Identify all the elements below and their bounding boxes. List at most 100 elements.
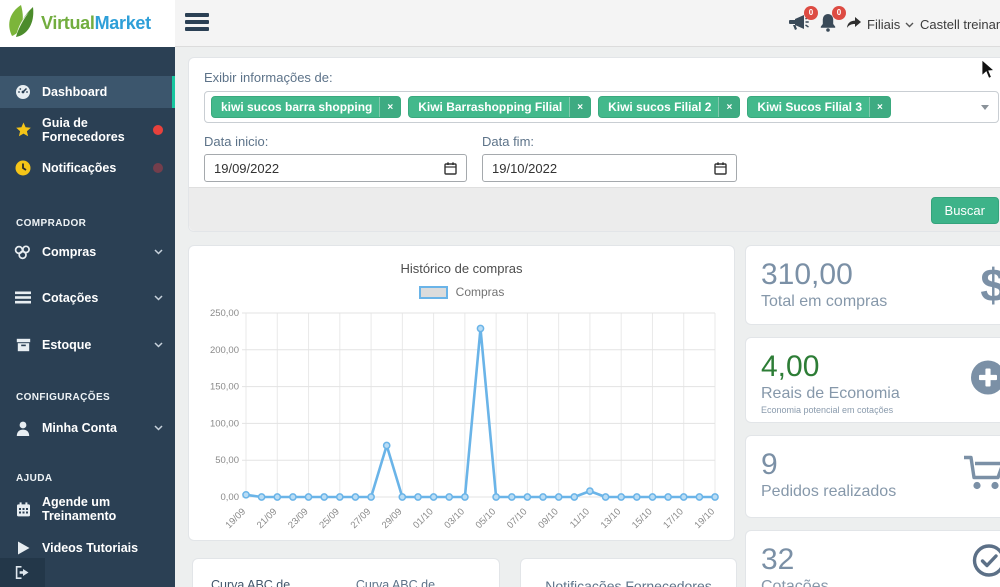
filial-multiselect[interactable]: kiwi sucos barra shopping × Kiwi Barrasho… — [204, 91, 999, 123]
sidebar-item-guia-fornecedores[interactable]: Guia de Fornecedores — [0, 114, 175, 146]
logout-icon — [15, 566, 29, 579]
filial-chip[interactable]: Kiwi Barrashopping Filial × — [408, 96, 592, 118]
list-icon — [13, 291, 33, 305]
data-fim-input[interactable]: 19/10/2022 — [482, 154, 737, 182]
data-inicio-input[interactable]: 19/09/2022 — [204, 154, 467, 182]
section-configuracoes: CONFIGURAÇÕES — [16, 392, 111, 403]
filial-chip[interactable]: Kiwi Sucos Filial 3 × — [747, 96, 891, 118]
svg-text:11/10: 11/10 — [568, 506, 592, 530]
select-caret-icon — [981, 105, 989, 110]
chevron-down-icon — [154, 425, 163, 431]
dashboard-icon — [13, 84, 33, 100]
notificacoes-fornecedores-card: Notificações Fornecedores — [520, 558, 737, 587]
sidebar-item-dashboard[interactable]: Dashboard — [0, 76, 175, 108]
chevron-down-icon — [154, 342, 163, 348]
svg-text:07/10: 07/10 — [505, 506, 530, 531]
sidebar-item-compras[interactable]: Compras — [0, 236, 175, 268]
svg-text:200,00: 200,00 — [210, 345, 239, 356]
cubes-icon — [13, 244, 33, 260]
stat-value: 4,00 — [761, 350, 820, 383]
stat-card-cotacoes: 32 Cotações — [745, 530, 1000, 587]
calendar-picker-icon[interactable] — [444, 161, 457, 175]
filial-chip[interactable]: Kiwi sucos Filial 2 × — [598, 96, 741, 118]
dollar-icon: $ — [980, 259, 1000, 311]
stat-sublabel: Economia potencial em cotações — [761, 405, 894, 415]
brand-text: VirtualMarket — [41, 13, 151, 33]
stat-card-total-compras: 310,00 Total em compras $ — [745, 245, 1000, 325]
chevron-down-icon — [154, 249, 163, 255]
data-inicio-label: Data inicio: — [204, 134, 269, 149]
sidebar-item-estoque[interactable]: Estoque — [0, 329, 175, 361]
svg-text:19/09: 19/09 — [224, 506, 249, 531]
chevron-down-icon — [905, 22, 914, 27]
megaphone-badge: 0 — [804, 6, 818, 20]
stat-value: 310,00 — [761, 258, 853, 291]
section-comprador: COMPRADOR — [16, 218, 87, 229]
chart-legend[interactable]: Compras — [189, 285, 734, 299]
top-header: VirtualMarket 0 0 Filiais Castell treina… — [0, 0, 1000, 47]
sidebar-item-cotacoes[interactable]: Cotações — [0, 282, 175, 314]
svg-text:0,00: 0,00 — [221, 492, 240, 503]
tab-curva-abc-produtos[interactable]: Curva ABC de produtos — [211, 578, 332, 587]
exibir-label: Exibir informações de: — [204, 70, 333, 85]
logout-button[interactable] — [0, 558, 45, 587]
megaphone-icon[interactable]: 0 — [787, 6, 818, 38]
forward-arrow-icon — [846, 16, 862, 33]
filial-chip[interactable]: kiwi sucos barra shopping × — [211, 96, 402, 118]
legend-label: Compras — [455, 285, 505, 299]
hamburger-menu-icon[interactable] — [185, 13, 209, 33]
svg-text:13/10: 13/10 — [599, 506, 624, 531]
stat-label: Total em compras — [761, 293, 888, 310]
svg-text:250,00: 250,00 — [210, 308, 239, 319]
svg-text:29/09: 29/09 — [380, 506, 405, 531]
check-circle-icon — [972, 544, 1000, 583]
svg-text:17/10: 17/10 — [661, 506, 686, 531]
calendar-picker-icon[interactable] — [714, 161, 727, 175]
stat-card-reais-economia: 4,00 Reais de Economia Economia potencia… — [745, 337, 1000, 423]
bell-icon[interactable]: 0 — [819, 6, 846, 38]
stat-label: Cotações — [761, 578, 829, 587]
tab-curva-abc-fornecedores[interactable]: Curva ABC de fornecedores — [356, 578, 499, 587]
buscar-button[interactable]: Buscar — [930, 197, 999, 224]
svg-text:150,00: 150,00 — [210, 382, 239, 393]
calendar-icon — [13, 501, 33, 517]
svg-text:25/09: 25/09 — [317, 506, 342, 531]
chart-title: Histórico de compras — [400, 261, 523, 276]
sidebar-item-agende-treinamento[interactable]: Agende um Treinamento — [0, 493, 175, 525]
svg-text:09/10: 09/10 — [536, 506, 561, 531]
filiais-dropdown[interactable]: Filiais — [846, 16, 914, 33]
svg-text:19/10: 19/10 — [693, 506, 718, 531]
alert-dot — [153, 125, 163, 135]
stat-card-pedidos: 9 Pedidos realizados — [745, 435, 1000, 518]
sidebar-nav: Dashboard Guia de Fornecedores Notificaç… — [0, 47, 175, 587]
notificacoes-fornecedores-title: Notificações Fornecedores — [545, 578, 712, 587]
app-window: VirtualMarket 0 0 Filiais Castell treina… — [0, 0, 1000, 587]
chip-remove-button[interactable]: × — [569, 97, 591, 117]
svg-text:15/10: 15/10 — [630, 506, 655, 531]
svg-text:27/09: 27/09 — [349, 506, 374, 531]
current-user-label[interactable]: Castell treinament — [920, 17, 1000, 32]
notification-dot — [153, 163, 163, 173]
chip-remove-button[interactable]: × — [379, 97, 401, 117]
section-ajuda: AJUDA — [16, 473, 53, 484]
brand-logo[interactable]: VirtualMarket — [0, 0, 175, 47]
svg-text:05/10: 05/10 — [474, 506, 499, 531]
box-icon — [13, 338, 33, 352]
chip-remove-button[interactable]: × — [718, 97, 740, 117]
sidebar-item-notificacoes[interactable]: Notificações — [0, 152, 175, 184]
svg-text:03/10: 03/10 — [442, 506, 467, 531]
user-icon — [13, 421, 33, 436]
stat-value: 32 — [761, 543, 795, 576]
star-icon — [13, 122, 33, 138]
compras-line-chart: 19/09 21/09 23/09 25/09 27/09 29/09 01/10 03/10… — [210, 308, 719, 531]
svg-text:23/09: 23/09 — [286, 506, 311, 531]
chip-remove-button[interactable]: × — [869, 97, 890, 117]
chevron-down-icon — [154, 295, 163, 301]
svg-text:100,00: 100,00 — [210, 418, 239, 429]
play-icon — [13, 541, 33, 555]
leaf-logo-icon — [5, 2, 41, 45]
data-fim-label: Data fim: — [482, 134, 535, 149]
historico-compras-card: Histórico de compras Compras 19/09 21/09 2… — [188, 245, 735, 541]
sidebar-item-minha-conta[interactable]: Minha Conta — [0, 412, 175, 444]
bell-badge: 0 — [832, 6, 846, 20]
